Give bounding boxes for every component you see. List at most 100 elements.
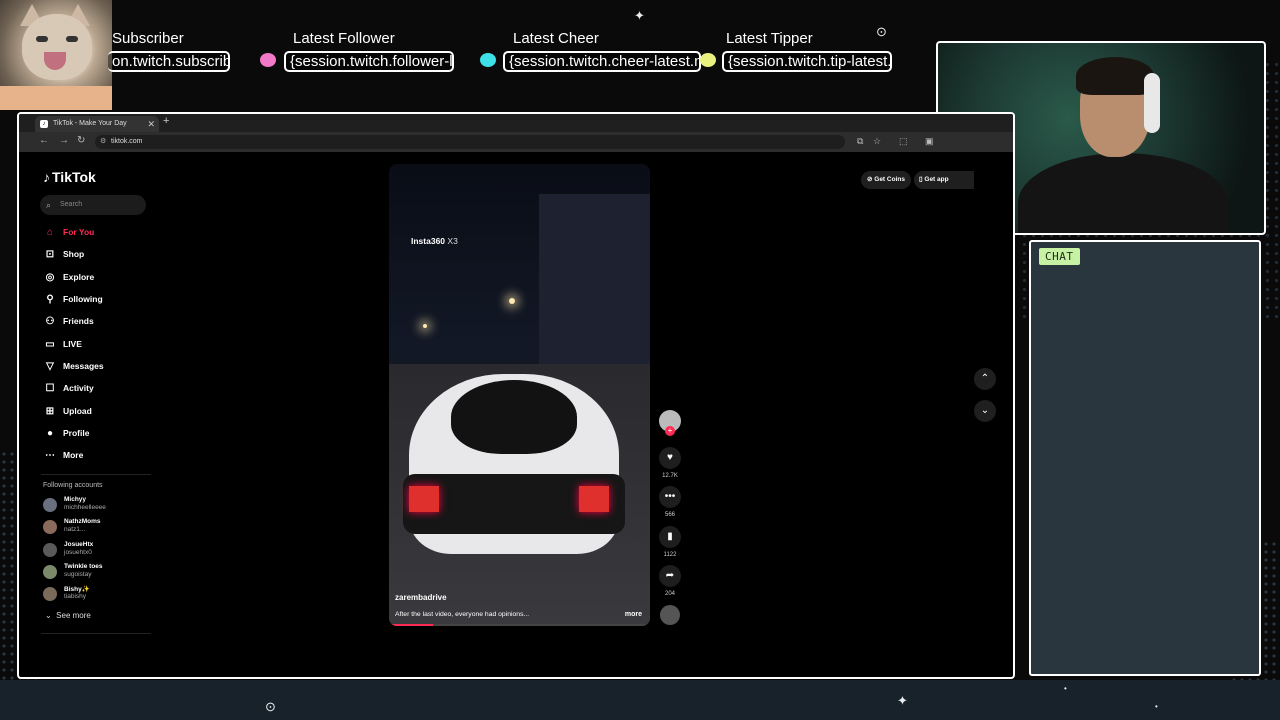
nav-friends[interactable]: ⚇ Friends (43, 314, 94, 328)
nav-explore[interactable]: ◎ Explore (43, 270, 95, 284)
chat-panel: CHAT (1029, 240, 1261, 676)
get-coins-label: Get Coins (874, 176, 905, 183)
sparkle-icon: ⊙ (876, 24, 887, 39)
sidepanel-icon[interactable]: ▣ (925, 136, 934, 147)
search-input[interactable]: ⌕ Search (40, 195, 146, 215)
cheer-value: {session.twitch.cheer-latest.name} (503, 51, 701, 72)
reload-icon[interactable]: ↻ (77, 135, 85, 146)
bottom-band (0, 680, 1280, 720)
account-username: michheelleeee (64, 504, 106, 511)
nav-messages[interactable]: ▽ Messages (43, 359, 104, 373)
bookmark-icon[interactable]: ▮ (659, 526, 681, 548)
tiktok-note-icon: ♪ (43, 169, 50, 185)
upload-icon: ⊞ (45, 406, 55, 417)
phone-icon: ▯ (919, 176, 923, 183)
sparkle-icon: • (1064, 684, 1067, 693)
chat-label: CHAT (1039, 248, 1080, 265)
tipper-value: {session.twitch.tip-latest.name} (722, 51, 892, 72)
nav-activity[interactable]: ☐ Activity (43, 381, 94, 395)
nav-following[interactable]: ⚲ Following (43, 292, 102, 306)
nav-label: Upload (63, 406, 92, 416)
site-info-icon[interactable]: ⚙ (100, 135, 106, 149)
browser-tab[interactable]: ♪ TikTok - Make Your Day ✕ (35, 116, 159, 132)
nav-profile[interactable]: ● Profile (43, 426, 89, 440)
live-icon: ▭ (45, 339, 55, 350)
account-name: Michyy (64, 496, 87, 503)
nav-label: Profile (63, 428, 90, 438)
tipper-alert: Latest Tipper (726, 30, 813, 47)
alert-label: Subscriber (112, 30, 184, 47)
video-progress-bar[interactable] (389, 624, 650, 626)
account-name: JosueHtx (64, 541, 94, 548)
street-light (509, 298, 515, 304)
follower-alert: Latest Follower (293, 30, 395, 47)
tail-light (409, 486, 439, 512)
sparkle-icon: ✦ (897, 693, 908, 708)
divider (41, 474, 151, 475)
search-placeholder: Search (60, 201, 83, 208)
back-icon[interactable]: ← (39, 135, 49, 146)
nav-label: For You (63, 227, 95, 237)
comment-icon[interactable]: ••• (659, 486, 681, 508)
account-name: Bishy✨ (64, 586, 90, 593)
comment-count: 566 (664, 512, 675, 518)
following-accounts-heading: Following accounts (43, 482, 103, 489)
account-username: natz1... (64, 526, 86, 533)
like-count: 12.7K (662, 473, 678, 479)
tiktok-logo[interactable]: ♪ TikTok (43, 169, 96, 185)
music-disc-icon[interactable] (660, 605, 680, 625)
account-username: josuehtx0 (64, 549, 92, 556)
get-app-label: Get app (924, 176, 949, 183)
watermark-text: Insta360 (411, 236, 446, 246)
extensions-icon[interactable]: ⬚ (899, 136, 908, 147)
more-icon: ⋯ (45, 450, 55, 461)
chevron-down-icon: ⌄ (45, 611, 52, 620)
previous-video-button[interactable]: ⌃ (974, 368, 996, 390)
get-coins-button[interactable]: ⊘ Get Coins (861, 171, 911, 189)
video-watermark: Insta360 X3 (411, 236, 458, 246)
nav-upload[interactable]: ⊞ Upload (43, 404, 92, 418)
shop-icon: ⊡ (45, 249, 55, 260)
next-video-button[interactable]: ⌄ (974, 400, 996, 422)
caption-more-button[interactable]: more (625, 611, 642, 618)
coin-icon: ⊘ (867, 176, 873, 183)
share-icon[interactable]: ➦ (659, 565, 681, 587)
account-name: NathzMoms (64, 518, 101, 525)
new-tab-icon[interactable]: + (163, 115, 169, 127)
install-icon[interactable]: ⧉ (857, 136, 863, 147)
nav-label: More (63, 450, 84, 460)
address-bar[interactable]: ⚙ tiktok.com (95, 135, 845, 149)
watermark-sub: X3 (447, 236, 458, 246)
forward-icon[interactable]: → (59, 135, 69, 146)
chevron-down-icon: ⌄ (980, 405, 990, 416)
compass-icon: ◎ (45, 272, 55, 283)
video-progress-fill (389, 624, 434, 626)
nav-more[interactable]: ⋯ More (43, 448, 83, 462)
avatar (43, 498, 57, 512)
see-more-link[interactable]: ⌄ See more (45, 611, 91, 620)
logo-text: TikTok (52, 169, 96, 185)
yellow-heart-icon (700, 53, 716, 67)
chevron-up-icon: ⌃ (980, 373, 990, 384)
friends-icon: ⚇ (45, 316, 55, 327)
save-count: 1122 (663, 552, 677, 558)
follow-plus-icon[interactable]: + (665, 426, 675, 436)
nav-live[interactable]: ▭ LIVE (43, 337, 82, 351)
home-icon: ⌂ (46, 227, 54, 238)
nav-shop[interactable]: ⊡ Shop (43, 247, 84, 261)
url-text: tiktok.com (111, 138, 143, 145)
cheer-alert: Latest Cheer (513, 30, 599, 47)
subscriber-value: on.twitch.subscriber-latest.name} (108, 51, 230, 72)
avatar (43, 587, 57, 601)
bookmark-star-icon[interactable]: ☆ (873, 136, 881, 147)
video-player[interactable]: Insta360 X3 zarembadrive After the last … (389, 164, 650, 626)
browser-toolbar: ← → ↻ ⚙ tiktok.com ⧉ ☆ ⬚ ▣ (19, 132, 1013, 152)
close-tab-icon[interactable]: ✕ (147, 116, 155, 132)
divider (41, 633, 151, 634)
nav-for-you[interactable]: ⌂ For You (43, 225, 94, 239)
avatar (43, 543, 57, 557)
video-author[interactable]: zarembadrive (395, 593, 447, 602)
like-heart-icon[interactable]: ♥ (659, 447, 681, 469)
messages-icon: ▽ (46, 361, 54, 372)
get-app-button[interactable]: ▯ Get app (914, 171, 974, 189)
